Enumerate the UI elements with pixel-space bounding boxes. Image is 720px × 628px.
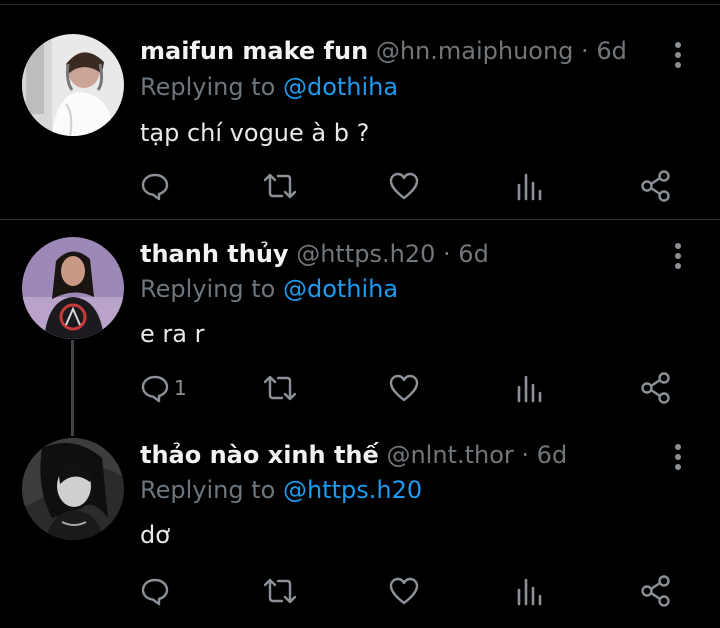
timestamp[interactable]: 6d [458, 240, 489, 268]
reply-button[interactable]: 1 [140, 371, 187, 405]
avatar[interactable] [22, 438, 124, 540]
avatar[interactable] [22, 34, 124, 136]
retweet-icon [263, 578, 297, 604]
analytics-button[interactable] [514, 574, 544, 608]
like-button[interactable] [388, 574, 420, 608]
heart-icon [389, 172, 419, 200]
analytics-icon [517, 173, 542, 201]
tweet-text: e ra r [140, 320, 205, 348]
replying-to-label: Replying to [140, 275, 276, 303]
separator-dot: · [521, 441, 530, 469]
tweet-header: maifun make fun @hn.maiphuong · 6d [140, 36, 627, 66]
user-handle[interactable]: @nlnt.thor [386, 441, 513, 469]
reply-count: 1 [174, 376, 187, 400]
avatar[interactable] [22, 237, 124, 339]
like-button[interactable] [388, 169, 420, 203]
tweet-header: thanh thủy @https.h20 · 6d [140, 239, 489, 269]
thread-line [71, 340, 74, 436]
display-name[interactable]: thảo nào xinh thế [140, 441, 379, 469]
reply-button[interactable] [140, 169, 174, 203]
tweet-text: dơ [140, 521, 170, 549]
replying-to-label: Replying to [140, 73, 276, 101]
mention-link[interactable]: @dothiha [283, 73, 398, 101]
like-button[interactable] [388, 371, 420, 405]
analytics-button[interactable] [514, 169, 544, 203]
timestamp[interactable]: 6d [596, 37, 627, 65]
replying-to-label: Replying to [140, 476, 276, 504]
separator-dot: · [581, 37, 589, 65]
retweet-icon [263, 173, 297, 199]
mention-link[interactable]: @https.h20 [283, 476, 422, 504]
tweet-divider [0, 219, 720, 220]
action-bar: 1 [140, 371, 680, 405]
analytics-button[interactable] [514, 371, 544, 405]
replying-to: Replying to @dothiha [140, 274, 398, 304]
action-bar [140, 169, 680, 203]
comment-icon [141, 578, 169, 606]
retweet-button[interactable] [262, 371, 298, 405]
heart-icon [389, 374, 419, 402]
top-divider [0, 4, 720, 5]
comment-icon [141, 173, 169, 201]
analytics-icon [517, 578, 542, 606]
share-button[interactable] [640, 169, 672, 203]
separator-dot: · [443, 240, 451, 268]
more-vertical-icon[interactable] [668, 41, 688, 69]
user-handle[interactable]: @https.h20 [296, 240, 435, 268]
tweet-header: thảo nào xinh thế @nlnt.thor · 6d [140, 440, 567, 470]
share-button[interactable] [640, 574, 672, 608]
display-name[interactable]: maifun make fun [140, 37, 368, 65]
retweet-button[interactable] [262, 169, 298, 203]
heart-icon [389, 577, 419, 605]
more-vertical-icon[interactable] [668, 242, 688, 270]
more-vertical-icon[interactable] [668, 443, 688, 471]
comment-icon [141, 375, 169, 403]
mention-link[interactable]: @dothiha [283, 275, 398, 303]
retweet-button[interactable] [262, 574, 298, 608]
replying-to: Replying to @https.h20 [140, 475, 422, 505]
tweet-text: tạp chí vogue à b ? [140, 119, 370, 147]
analytics-icon [517, 375, 542, 403]
action-bar [140, 574, 680, 608]
retweet-icon [263, 375, 297, 401]
share-button[interactable] [640, 371, 672, 405]
display-name[interactable]: thanh thủy [140, 240, 289, 268]
timestamp[interactable]: 6d [537, 441, 568, 469]
share-icon [641, 372, 670, 404]
replying-to: Replying to @dothiha [140, 72, 398, 102]
reply-button[interactable] [140, 574, 174, 608]
share-icon [641, 575, 670, 607]
user-handle[interactable]: @hn.maiphuong [376, 37, 574, 65]
share-icon [641, 170, 670, 202]
